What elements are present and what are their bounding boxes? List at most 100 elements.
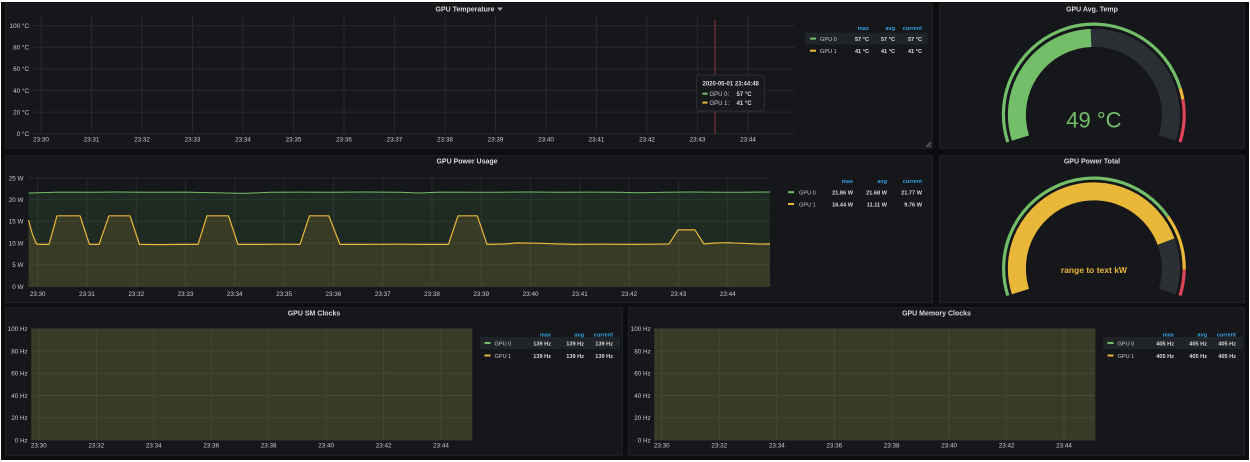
svg-text:GPU SM Clocks: GPU SM Clocks (288, 310, 341, 317)
svg-text:405 Hz: 405 Hz (1218, 354, 1236, 360)
svg-text:20 °C: 20 °C (13, 108, 29, 116)
svg-text:41 °C: 41 °C (908, 49, 922, 55)
svg-text:20 W: 20 W (9, 197, 24, 204)
svg-text:139 Hz: 139 Hz (595, 341, 613, 347)
svg-text:23:44: 23:44 (1056, 442, 1072, 449)
svg-text:0 °C: 0 °C (17, 130, 30, 138)
svg-text:avg: avg (1197, 332, 1207, 338)
svg-text:60 Hz: 60 Hz (11, 371, 27, 378)
svg-text:23:38: 23:38 (424, 291, 440, 298)
svg-text:21.68 W: 21.68 W (866, 191, 888, 197)
svg-text:40 °C: 40 °C (13, 87, 29, 95)
svg-text:23:36: 23:36 (203, 442, 219, 449)
svg-text:20 Hz: 20 Hz (11, 415, 27, 422)
svg-text:23:40: 23:40 (523, 291, 539, 298)
svg-text:23:35: 23:35 (276, 291, 292, 298)
svg-text:GPU 1: GPU 1 (495, 354, 512, 360)
svg-text:41 °C: 41 °C (881, 49, 895, 55)
svg-text:GPU Avg. Temp: GPU Avg. Temp (1066, 6, 1118, 13)
svg-text:23:39: 23:39 (488, 136, 504, 143)
svg-text:23:33: 23:33 (178, 291, 194, 298)
svg-text:avg: avg (885, 26, 895, 32)
svg-text:40 Hz: 40 Hz (11, 393, 27, 400)
svg-text:40 Hz: 40 Hz (634, 393, 650, 400)
svg-text:23:31: 23:31 (84, 136, 100, 143)
svg-text:23:41: 23:41 (589, 136, 605, 143)
svg-text:GPU Temperature: GPU Temperature (436, 6, 495, 13)
svg-text:139 Hz: 139 Hz (566, 354, 584, 360)
svg-text:GPU Power Usage: GPU Power Usage (436, 158, 497, 165)
svg-text:23:40: 23:40 (941, 442, 957, 449)
svg-text:23:40: 23:40 (538, 136, 554, 143)
svg-text:23:38: 23:38 (437, 136, 453, 143)
svg-text:23:44: 23:44 (740, 136, 756, 143)
svg-text:23:44: 23:44 (433, 442, 449, 449)
svg-text:23:30: 23:30 (654, 442, 670, 449)
svg-text:41 °C: 41 °C (855, 49, 869, 55)
svg-text:57 °C: 57 °C (737, 92, 753, 98)
svg-text:23:31: 23:31 (79, 291, 95, 298)
svg-text:23:33: 23:33 (185, 136, 201, 143)
svg-text:21.86 W: 21.86 W (832, 191, 854, 197)
svg-text:0 W: 0 W (12, 284, 23, 291)
svg-text:GPU 1: GPU 1 (820, 49, 837, 55)
svg-text:GPU 1: GPU 1 (799, 202, 816, 208)
svg-text:max: max (1163, 332, 1175, 338)
svg-text:23:43: 23:43 (690, 136, 706, 143)
svg-text:current: current (594, 332, 613, 338)
svg-text:23:42: 23:42 (376, 442, 392, 449)
svg-text:9.76 W: 9.76 W (904, 202, 922, 208)
svg-text:GPU 1: GPU 1 (1118, 354, 1135, 360)
svg-text:57 °C: 57 °C (908, 37, 922, 43)
svg-text:23:37: 23:37 (375, 291, 391, 298)
svg-text:range to text kW: range to text kW (1061, 265, 1128, 275)
svg-text:23:34: 23:34 (769, 442, 785, 449)
svg-text:80 °C: 80 °C (13, 44, 29, 52)
svg-text:405 Hz: 405 Hz (1156, 341, 1174, 347)
svg-text:23:40: 23:40 (318, 442, 334, 449)
svg-text:23:34: 23:34 (227, 291, 243, 298)
svg-text:23:42: 23:42 (999, 442, 1015, 449)
svg-text:23:42: 23:42 (621, 291, 637, 298)
svg-text:2020-05-01 23:44:48: 2020-05-01 23:44:48 (703, 82, 760, 88)
svg-text:10 W: 10 W (9, 240, 24, 247)
svg-text:23:34: 23:34 (235, 136, 251, 143)
svg-text:GPU Power Total: GPU Power Total (1064, 158, 1120, 165)
svg-text:57 °C: 57 °C (855, 37, 869, 43)
svg-text:23:39: 23:39 (473, 291, 489, 298)
svg-text:23:34: 23:34 (146, 442, 162, 449)
svg-text:max: max (540, 332, 552, 338)
svg-text:21.77 W: 21.77 W (901, 191, 923, 197)
svg-text:GPU 0: GPU 0 (495, 341, 512, 347)
svg-text:23:32: 23:32 (711, 442, 727, 449)
svg-text:100 Hz: 100 Hz (631, 326, 651, 333)
svg-text:57 °C: 57 °C (881, 37, 895, 43)
svg-text:avg: avg (877, 179, 887, 185)
svg-text:405 Hz: 405 Hz (1156, 354, 1174, 360)
svg-text:23:41: 23:41 (572, 291, 588, 298)
svg-text:23:38: 23:38 (884, 442, 900, 449)
svg-text:139 Hz: 139 Hz (595, 354, 613, 360)
svg-text:23:37: 23:37 (387, 136, 403, 143)
svg-text:23:36: 23:36 (326, 291, 342, 298)
svg-text:41 °C: 41 °C (737, 101, 753, 107)
svg-text:GPU 0: GPU 0 (1118, 341, 1135, 347)
svg-text:23:30: 23:30 (30, 291, 46, 298)
svg-text:139 Hz: 139 Hz (566, 341, 584, 347)
svg-text:139 Hz: 139 Hz (533, 354, 551, 360)
svg-text:23:36: 23:36 (336, 136, 352, 143)
svg-text:139 Hz: 139 Hz (533, 341, 551, 347)
svg-text:23:36: 23:36 (826, 442, 842, 449)
svg-text:405 Hz: 405 Hz (1189, 354, 1207, 360)
svg-text:0 Hz: 0 Hz (638, 437, 651, 444)
svg-text:23:30: 23:30 (33, 136, 49, 143)
svg-text:GPU Memory Clocks: GPU Memory Clocks (902, 310, 971, 317)
svg-text:20 Hz: 20 Hz (634, 415, 650, 422)
svg-text:0 Hz: 0 Hz (15, 437, 28, 444)
svg-text:15 W: 15 W (9, 219, 24, 226)
svg-text:GPU 0: GPU 0 (820, 37, 837, 43)
svg-text:23:38: 23:38 (261, 442, 277, 449)
svg-text:405 Hz: 405 Hz (1218, 341, 1236, 347)
svg-text:GPU 0: GPU 0 (799, 191, 816, 197)
svg-text:23:30: 23:30 (31, 442, 47, 449)
